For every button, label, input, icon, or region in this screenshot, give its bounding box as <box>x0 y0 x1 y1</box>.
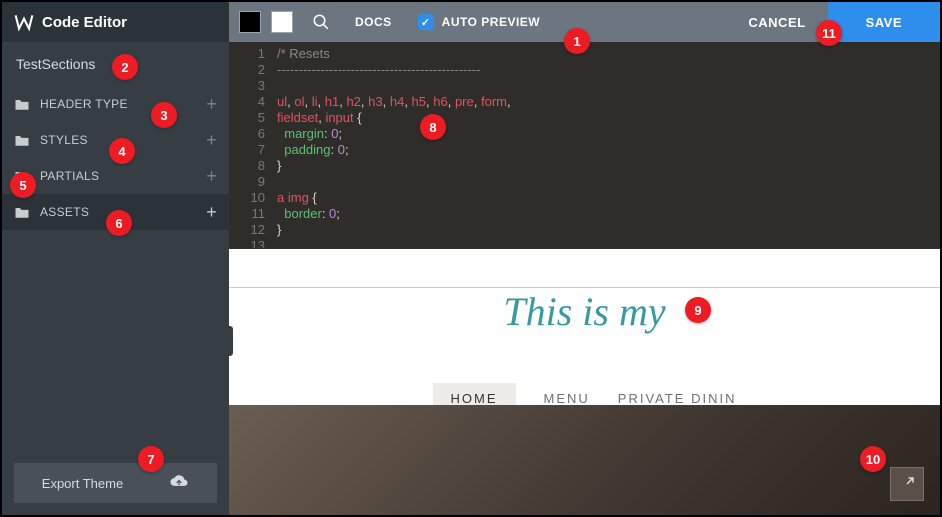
add-icon[interactable]: + <box>206 94 217 115</box>
code-line: 12} <box>229 222 940 238</box>
app-title: Code Editor <box>42 14 127 31</box>
callout-badge-5: 5 <box>10 172 36 198</box>
topbar: Code Editor DOCS ✓ AUTO PREVIEW CANCEL S… <box>2 2 940 42</box>
sidebar-item-label: ASSETS <box>40 205 89 219</box>
folder-icon <box>14 134 30 147</box>
callout-badge-4: 4 <box>109 138 135 164</box>
save-button[interactable]: SAVE <box>828 2 940 42</box>
callout-badge-10: 10 <box>860 446 886 472</box>
sidebar-item-label: STYLES <box>40 133 88 147</box>
code-line: 7 padding: 0; <box>229 142 940 158</box>
expand-preview-button[interactable] <box>890 467 924 501</box>
code-line: 2---------------------------------------… <box>229 62 940 78</box>
auto-preview-toggle[interactable]: ✓ AUTO PREVIEW <box>406 14 552 30</box>
theme-swatch-dark[interactable] <box>239 11 261 33</box>
checkbox-icon: ✓ <box>418 14 434 30</box>
callout-badge-7: 7 <box>138 446 164 472</box>
code-line: 13 <box>229 238 940 248</box>
cancel-button[interactable]: CANCEL <box>726 2 827 42</box>
code-editor[interactable]: 1/* Resets2-----------------------------… <box>229 42 940 248</box>
theme-swatch-light[interactable] <box>271 11 293 33</box>
preview-hero-image <box>229 405 940 515</box>
code-line: 11 border: 0; <box>229 206 940 222</box>
sidebar-item-label: HEADER TYPE <box>40 97 128 111</box>
sidebar-resize-handle[interactable] <box>227 326 233 356</box>
callout-badge-8: 8 <box>420 114 446 140</box>
preview-pane: This is my HOMEMENUPRIVATE DININ <box>229 248 940 515</box>
add-icon[interactable]: + <box>206 130 217 151</box>
code-line: 9 <box>229 174 940 190</box>
code-line: 10a img { <box>229 190 940 206</box>
export-theme-button[interactable]: Export Theme <box>14 463 217 503</box>
search-button[interactable] <box>301 2 341 42</box>
callout-badge-6: 6 <box>106 210 132 236</box>
sidebar: TestSections HEADER TYPE+STYLES+PARTIALS… <box>2 42 229 515</box>
code-line: 8} <box>229 158 940 174</box>
docs-button[interactable]: DOCS <box>341 2 406 42</box>
sidebar-item-label: PARTIALS <box>40 169 99 183</box>
sidebar-item-header-type[interactable]: HEADER TYPE + <box>2 86 229 122</box>
cloud-upload-icon <box>169 475 189 492</box>
preview-site-title: This is my <box>229 288 940 335</box>
code-line: 4ul, ol, li, h1, h2, h3, h4, h5, h6, pre… <box>229 94 940 110</box>
add-icon[interactable]: + <box>206 202 217 223</box>
code-line: 5fieldset, input { <box>229 110 940 126</box>
callout-badge-2: 2 <box>112 54 138 80</box>
sidebar-item-partials[interactable]: PARTIALS + <box>2 158 229 194</box>
logo-icon <box>14 12 34 32</box>
folder-icon <box>14 98 30 111</box>
callout-badge-1: 1 <box>564 28 590 54</box>
callout-badge-3: 3 <box>151 102 177 128</box>
expand-icon <box>898 475 916 493</box>
auto-preview-label: AUTO PREVIEW <box>442 15 540 29</box>
app-title-area: Code Editor <box>2 2 229 42</box>
code-line: 6 margin: 0; <box>229 126 940 142</box>
export-label: Export Theme <box>42 476 123 491</box>
callout-badge-11: 11 <box>816 20 842 46</box>
search-icon <box>312 13 330 31</box>
add-icon[interactable]: + <box>206 166 217 187</box>
callout-badge-9: 9 <box>685 297 711 323</box>
folder-icon <box>14 206 30 219</box>
code-line: 3 <box>229 78 940 94</box>
